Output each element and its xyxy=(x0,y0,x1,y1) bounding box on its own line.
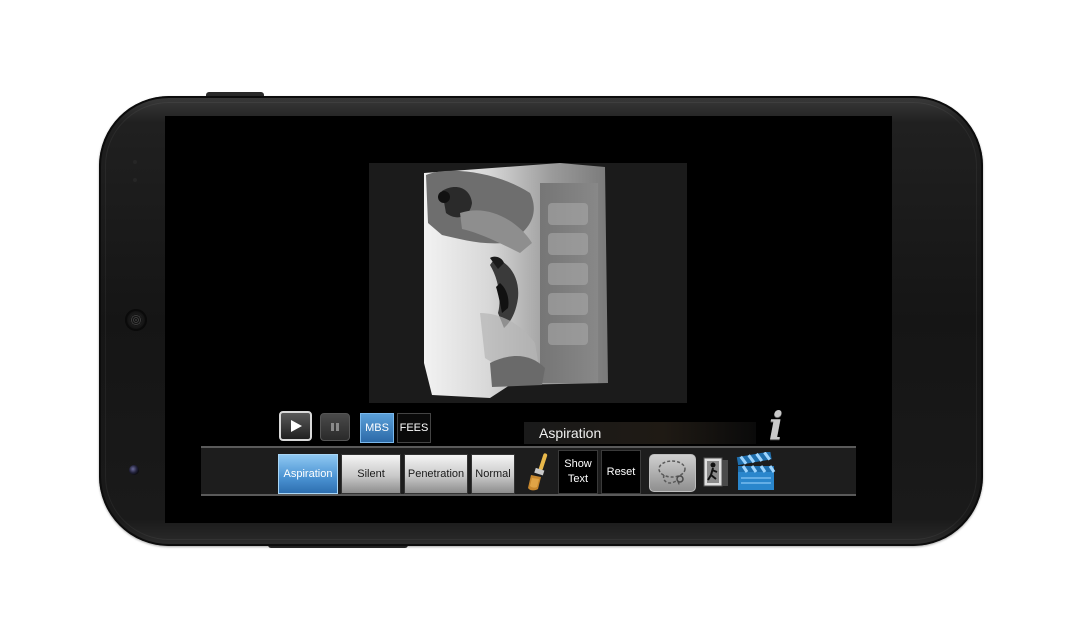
tab-silent[interactable]: Silent xyxy=(341,454,401,494)
show-text-label-line1: Show xyxy=(564,458,592,470)
reset-button[interactable]: Reset xyxy=(601,450,641,494)
sensor-dot xyxy=(133,178,137,182)
front-camera xyxy=(129,465,139,475)
xray-video xyxy=(420,163,610,403)
paintbrush-button[interactable] xyxy=(523,451,555,493)
play-button[interactable] xyxy=(279,411,312,441)
paintbrush-icon xyxy=(528,453,548,491)
fees-mode-button[interactable]: FEES xyxy=(397,413,431,443)
pause-button[interactable] xyxy=(320,413,350,441)
clapperboard-button[interactable] xyxy=(735,451,777,492)
lasso-icon xyxy=(658,460,686,487)
reset-label: Reset xyxy=(606,465,636,478)
play-icon xyxy=(290,420,302,432)
tab-normal[interactable]: Normal xyxy=(471,454,515,494)
tab-aspiration[interactable]: Aspiration xyxy=(278,454,338,494)
tab-penetration[interactable]: Penetration xyxy=(404,454,468,494)
exit-button[interactable] xyxy=(700,454,732,490)
pause-icon xyxy=(331,423,339,431)
toolbar: Aspiration Silent Penetration Normal Sho… xyxy=(201,446,856,496)
lasso-button[interactable] xyxy=(649,454,696,492)
exit-door-icon xyxy=(703,457,728,487)
app-screen: MBS FEES Aspiration i Aspiration Silent … xyxy=(165,116,892,523)
info-icon[interactable]: i xyxy=(765,406,787,446)
mbs-mode-button[interactable]: MBS xyxy=(360,413,394,443)
sensor-dot xyxy=(133,160,137,164)
show-text-button[interactable]: Show Text xyxy=(558,450,598,494)
speaker-grille xyxy=(125,309,147,331)
caption-label: Aspiration xyxy=(524,422,756,444)
clapperboard-icon xyxy=(736,451,776,490)
show-text-label-line2: Text xyxy=(567,473,589,485)
video-frame xyxy=(369,163,687,403)
